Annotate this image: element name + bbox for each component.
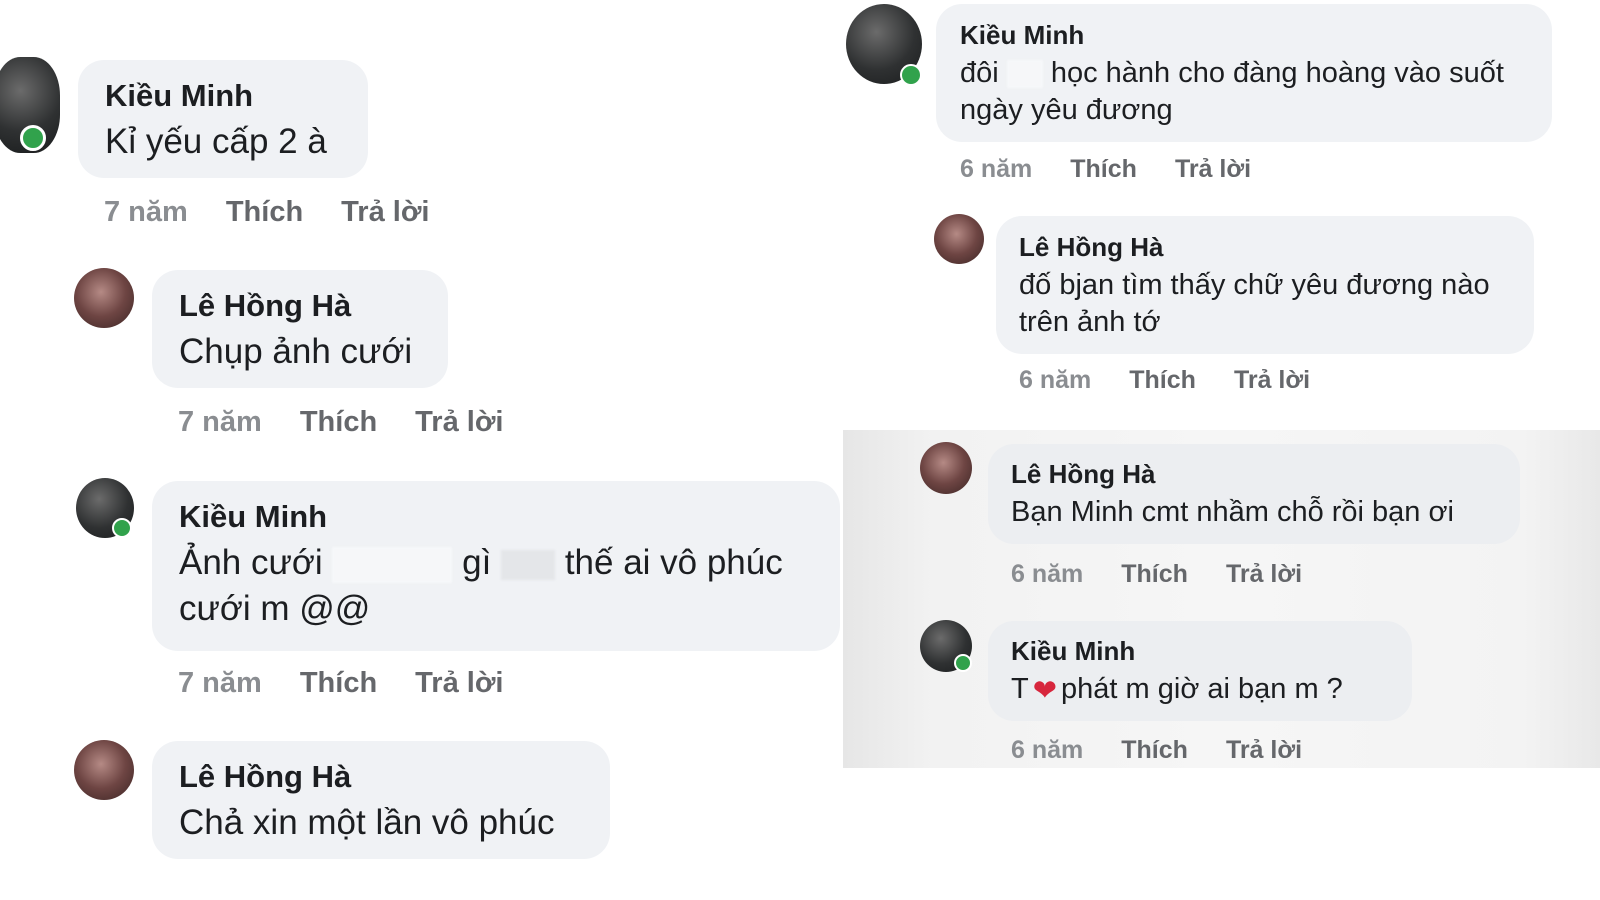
comment-author[interactable]: Lê Hồng Hà [179, 288, 448, 324]
like-button[interactable]: Thích [300, 667, 377, 699]
comment-bubble: Lê Hồng Hà đố bjan tìm thấy chữ yêu đươn… [996, 216, 1534, 354]
comment-author[interactable]: Lê Hồng Hà [1019, 232, 1534, 263]
comment-timestamp[interactable]: 7 năm [104, 196, 188, 228]
comment-text-line: đôi học hành cho đàng hoàng vào suốt [960, 57, 1552, 90]
comment-text: Kỉ yếu cấp 2 à [105, 122, 327, 161]
avatar[interactable] [74, 740, 134, 800]
comment-text: Chả xin một lần vô phúc [179, 803, 555, 842]
like-button[interactable]: Thích [1129, 366, 1196, 394]
comment-actions: 6 năm Thích Trả lời [960, 155, 1289, 184]
comment-bubble: Lê Hồng Hà Chả xin một lần vô phúc [152, 741, 610, 859]
avatar[interactable] [846, 4, 922, 86]
comment-bubble: Kiều Minh T ❤ phát m giờ ai bạn m ? [988, 621, 1412, 721]
redacted-text [1006, 60, 1043, 89]
comment-author[interactable]: Kiều Minh [1011, 636, 1412, 667]
comment-text-segment: đôi [960, 57, 999, 89]
comment-timestamp[interactable]: 6 năm [1011, 560, 1083, 588]
avatar[interactable] [920, 620, 972, 672]
reply-button[interactable]: Trả lời [341, 196, 429, 228]
comment-text-segment: Ảnh cưới [179, 543, 323, 582]
online-status-icon [900, 64, 922, 86]
online-status-icon [112, 518, 132, 538]
comment-text-line: đố bjan tìm thấy chữ yêu đương nào [1019, 269, 1490, 301]
comment-actions: 7 năm Thích Trả lời [104, 196, 468, 229]
comment-timestamp[interactable]: 6 năm [1011, 736, 1083, 764]
comment-text: Chụp ảnh cưới [179, 332, 413, 371]
comment-bubble: Kiều Minh Kỉ yếu cấp 2 à [78, 60, 368, 178]
comment-text-segment: T [1011, 673, 1029, 705]
comment-bubble: Kiều Minh đôi học hành cho đàng hoàng và… [936, 4, 1552, 142]
comment-text-line: Ảnh cưới gì thế ai vô phúc [179, 543, 840, 583]
avatar[interactable] [74, 268, 134, 328]
comment-text-segment: phát m giờ ai bạn m ? [1061, 673, 1343, 705]
comment-bubble: Kiều Minh Ảnh cưới gì thế ai vô phúc cướ… [152, 481, 840, 651]
comment-bubble: Lê Hồng Hà Chụp ảnh cưới [152, 270, 448, 388]
avatar[interactable] [934, 214, 984, 264]
comment-actions: 6 năm Thích Trả lời [1019, 366, 1348, 395]
like-button[interactable]: Thích [1121, 736, 1188, 764]
online-status-icon [20, 125, 46, 151]
redacted-text [501, 549, 556, 580]
comment-text-line: trên ảnh tớ [1019, 306, 1161, 338]
comment-text-line: T ❤ phát m giờ ai bạn m ? [1011, 673, 1412, 708]
comment-author[interactable]: Kiều Minh [960, 20, 1552, 51]
comment-actions: 7 năm Thích Trả lời [178, 667, 542, 700]
like-button[interactable]: Thích [1070, 155, 1137, 183]
comment-timestamp[interactable]: 6 năm [960, 155, 1032, 183]
comment-text-segment: thế ai vô phúc [564, 543, 783, 582]
reply-button[interactable]: Trả lời [1234, 366, 1310, 394]
comment-author[interactable]: Lê Hồng Hà [179, 759, 610, 795]
avatar[interactable] [0, 57, 60, 153]
comment-author[interactable]: Kiều Minh [105, 78, 368, 114]
comment-actions: 6 năm Thích Trả lời [1011, 560, 1340, 589]
reply-button[interactable]: Trả lời [1226, 560, 1302, 588]
reply-button[interactable]: Trả lời [415, 406, 503, 438]
like-button[interactable]: Thích [300, 406, 377, 438]
comment-timestamp[interactable]: 6 năm [1019, 366, 1091, 394]
comment-actions: 7 năm Thích Trả lời [178, 406, 542, 439]
reply-button[interactable]: Trả lời [1175, 155, 1251, 183]
comment-text: Bạn Minh cmt nhầm chỗ rồi bạn ơi [1011, 496, 1454, 528]
like-button[interactable]: Thích [1121, 560, 1188, 588]
comment-text-line: cưới m @@ [179, 589, 371, 628]
comment-text-segment: học hành cho đàng hoàng vào suốt [1050, 57, 1504, 89]
comment-bubble: Lê Hồng Hà Bạn Minh cmt nhầm chỗ rồi bạn… [988, 444, 1520, 544]
comment-timestamp[interactable]: 7 năm [178, 406, 262, 438]
comment-text-line: ngày yêu đương [960, 94, 1173, 126]
avatar[interactable] [76, 478, 134, 538]
comment-timestamp[interactable]: 7 năm [178, 667, 262, 699]
online-status-icon [954, 654, 972, 672]
like-button[interactable]: Thích [226, 196, 303, 228]
reply-button[interactable]: Trả lời [1226, 736, 1302, 764]
comment-text-segment: gì [462, 543, 492, 582]
comment-author[interactable]: Kiều Minh [179, 499, 840, 535]
redacted-text [332, 546, 453, 583]
reply-button[interactable]: Trả lời [415, 667, 503, 699]
comment-author[interactable]: Lê Hồng Hà [1011, 459, 1520, 490]
comment-actions: 6 năm Thích Trả lời [1011, 736, 1340, 765]
avatar[interactable] [920, 442, 972, 494]
heart-icon: ❤ [1032, 675, 1058, 707]
